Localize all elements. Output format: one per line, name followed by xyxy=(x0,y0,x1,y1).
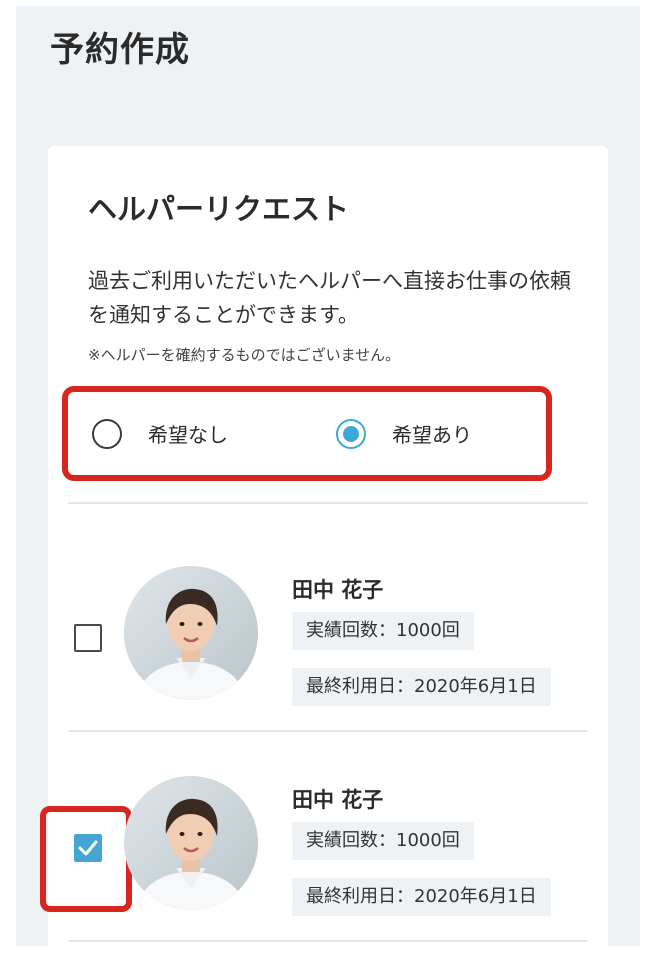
helper-list-item: 田中 花子 実績回数：1000回 最終利用日：2020年6月1日 xyxy=(48,556,608,766)
section-title: ヘルパーリクエスト xyxy=(88,192,350,226)
note-text: ※ヘルパーを確約するものではございません。 xyxy=(88,346,401,364)
helper-photo-icon xyxy=(124,776,258,910)
page-title: 予約作成 xyxy=(50,30,190,70)
helper-name: 田中 花子 xyxy=(292,788,384,812)
performance-count-badge: 実績回数：1000回 xyxy=(292,612,474,650)
divider xyxy=(68,730,588,732)
helper-avatar xyxy=(124,566,258,700)
helper-avatar xyxy=(124,776,258,910)
radio-label: 希望なし xyxy=(148,423,228,447)
helper-list-item: 田中 花子 実績回数：1000回 最終利用日：2020年6月1日 xyxy=(40,766,608,946)
screen: 予約作成 ヘルパーリクエスト 過去ご利用いただいたヘルパーへ直接お仕事の依頼を通… xyxy=(16,6,640,946)
helper-checkbox[interactable] xyxy=(74,624,102,652)
helper-name: 田中 花子 xyxy=(292,578,384,602)
radio-unselected-icon xyxy=(92,418,122,449)
helper-request-card: ヘルパーリクエスト 過去ご利用いただいたヘルパーへ直接お仕事の依頼を通知すること… xyxy=(40,146,608,946)
radio-label: 希望あり xyxy=(392,423,472,447)
divider xyxy=(68,502,588,504)
request-radio-group: 希望なし 希望あり xyxy=(62,386,552,481)
performance-count-badge: 実績回数：1000回 xyxy=(292,822,474,860)
radio-option-no-request[interactable]: 希望なし xyxy=(92,392,228,475)
radio-option-request[interactable]: 希望あり xyxy=(336,392,472,475)
radio-selected-icon xyxy=(336,418,366,449)
description-text: 過去ご利用いただいたヘルパーへ直接お仕事の依頼を通知することができます。 xyxy=(88,269,571,327)
divider xyxy=(68,940,588,942)
helper-checkbox[interactable] xyxy=(74,834,102,862)
last-used-date-badge: 最終利用日：2020年6月1日 xyxy=(292,878,551,916)
last-used-date-badge: 最終利用日：2020年6月1日 xyxy=(292,668,551,706)
checkmark-icon xyxy=(78,840,98,856)
helper-photo-icon xyxy=(124,566,258,700)
